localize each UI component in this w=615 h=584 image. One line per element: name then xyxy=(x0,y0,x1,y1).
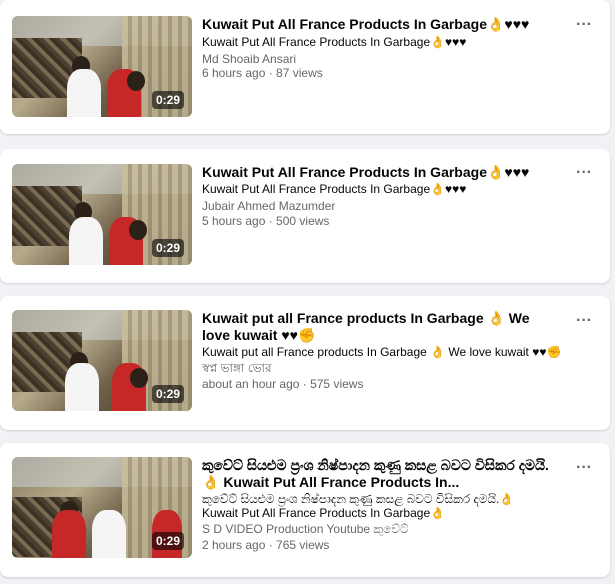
video-title[interactable]: Kuwait put all France products In Garbag… xyxy=(202,310,542,344)
video-thumbnail[interactable]: 0:29 xyxy=(12,457,192,558)
video-title[interactable]: කුවේට් සියළුම ප්‍රංශ නිෂ්පාදන කුණු කසළ බ… xyxy=(202,457,562,491)
video-duration-badge: 0:29 xyxy=(151,239,184,257)
video-thumbnail[interactable]: 0:29 xyxy=(12,16,192,117)
video-card[interactable]: 0:29 Kuwait Put All France Products In G… xyxy=(0,0,610,134)
video-description: Kuwait Put All France Products In Garbag… xyxy=(202,35,467,49)
video-description: Kuwait Put All France Products In Garbag… xyxy=(202,182,467,196)
video-description-line-2: Kuwait Put All France Products In Garbag… xyxy=(202,506,446,520)
video-author[interactable]: S D VIDEO Production Youtube කුවේට් xyxy=(202,522,409,537)
video-meta: 5 hours ago · 500 views xyxy=(202,214,330,228)
video-duration-badge: 0:29 xyxy=(151,385,184,403)
more-options-icon[interactable]: ··· xyxy=(572,313,596,332)
video-thumbnail[interactable]: 0:29 xyxy=(12,310,192,411)
video-duration-badge: 0:29 xyxy=(151,91,184,109)
video-duration-badge: 0:29 xyxy=(151,532,184,550)
more-options-icon[interactable]: ··· xyxy=(572,165,596,184)
more-options-icon[interactable]: ··· xyxy=(572,17,596,36)
video-card[interactable]: 0:29 Kuwait put all France products In G… xyxy=(0,296,610,430)
video-title[interactable]: Kuwait Put All France Products In Garbag… xyxy=(202,16,542,33)
video-author[interactable]: Md Shoaib Ansari xyxy=(202,52,296,67)
video-meta: 2 hours ago · 765 views xyxy=(202,538,330,552)
video-thumbnail[interactable]: 0:29 xyxy=(12,164,192,265)
video-author[interactable]: স্বপ্ন ভাঙ্গা ভোর xyxy=(202,361,272,376)
more-options-icon[interactable]: ··· xyxy=(572,460,596,479)
video-card[interactable]: 0:29 කුවේට් සියළුම ප්‍රංශ නිෂ්පාදන කුණු … xyxy=(0,443,610,577)
video-meta: about an hour ago · 575 views xyxy=(202,377,364,391)
video-author[interactable]: Jubair Ahmed Mazumder xyxy=(202,199,335,214)
video-description: කුවේට් සියළුම ප්‍රංශ නිෂ්පාදන කුණු කසළ බ… xyxy=(202,492,515,506)
video-meta: 6 hours ago · 87 views xyxy=(202,66,323,80)
video-card[interactable]: 0:29 Kuwait Put All France Products In G… xyxy=(0,149,610,283)
video-description: Kuwait put all France products In Garbag… xyxy=(202,345,562,359)
video-title[interactable]: Kuwait Put All France Products In Garbag… xyxy=(202,164,542,181)
